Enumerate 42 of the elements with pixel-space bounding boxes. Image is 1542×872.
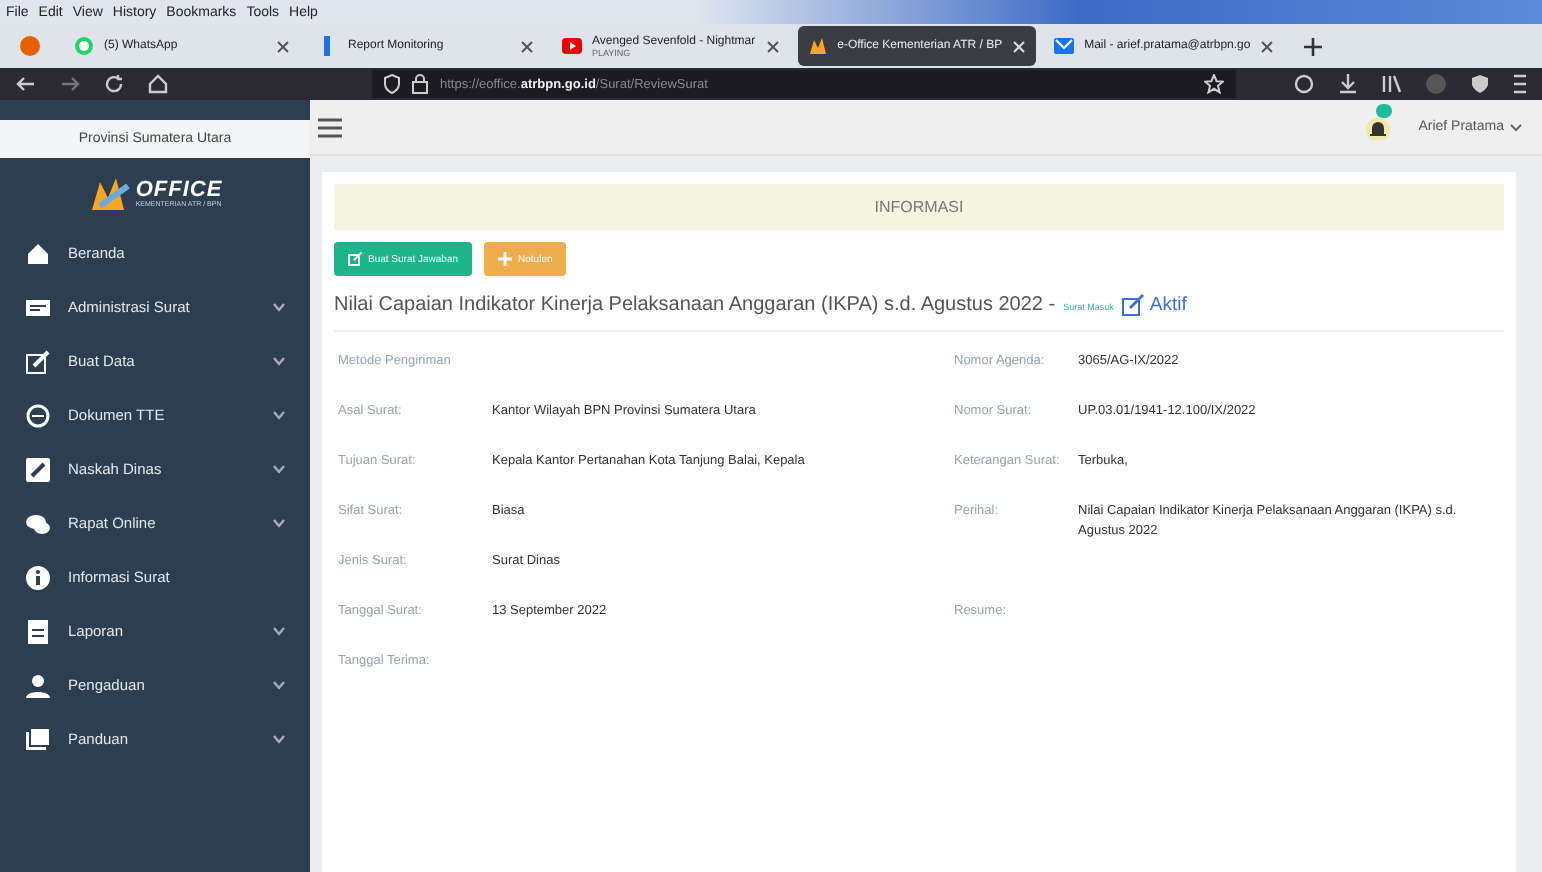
library-icon: [1382, 74, 1402, 94]
bell-icon: [1366, 115, 1391, 139]
download-icon: [1338, 74, 1358, 94]
close-icon: [520, 39, 534, 53]
lock-icon: [412, 74, 428, 94]
close-icon: [1260, 39, 1275, 53]
profile-icon: [1426, 74, 1446, 94]
play-icon: [562, 36, 582, 56]
home-icon: [26, 241, 50, 265]
edit-icon: [1121, 294, 1144, 316]
close-icon: [276, 39, 290, 53]
reload-icon: [104, 74, 124, 94]
notification-badge: [1376, 103, 1393, 117]
menu-icon: [318, 117, 342, 137]
browser-icon: [20, 36, 40, 56]
edit-icon: [26, 349, 50, 373]
home-icon: [148, 74, 168, 94]
new-tab-icon: [1304, 37, 1323, 55]
chat-bubbles-icon: [26, 511, 50, 535]
user-icon: [26, 673, 50, 697]
shield-icon: [384, 74, 400, 94]
book-icon: [26, 727, 50, 751]
info-icon: [26, 565, 50, 589]
chat-bubble-icon: [74, 36, 94, 56]
close-icon: [1012, 39, 1027, 53]
back-icon: [16, 74, 36, 94]
inbox-icon: [26, 295, 50, 319]
document-icon: [26, 619, 50, 643]
plus-icon: [498, 252, 513, 266]
menu-icon: [1514, 74, 1526, 94]
forward-icon: [60, 74, 80, 94]
pencil-square-icon: [26, 457, 50, 481]
subject-title: Nilai Capaian Indikator Kinerja Pelaksanaan Anggaran (IKPA) s.d. Agustus 2022 -: [334, 294, 1056, 316]
mail-icon: [1054, 36, 1075, 56]
close-icon: [765, 39, 780, 53]
star-icon: [1204, 74, 1224, 94]
panel-title: INFORMASI: [334, 184, 1504, 230]
logo-mark-icon: [87, 174, 132, 214]
flame-icon: [807, 36, 828, 56]
edit-icon: [348, 252, 362, 266]
caret-icon: [1510, 123, 1522, 131]
status-link[interactable]: Aktif: [1121, 294, 1187, 316]
